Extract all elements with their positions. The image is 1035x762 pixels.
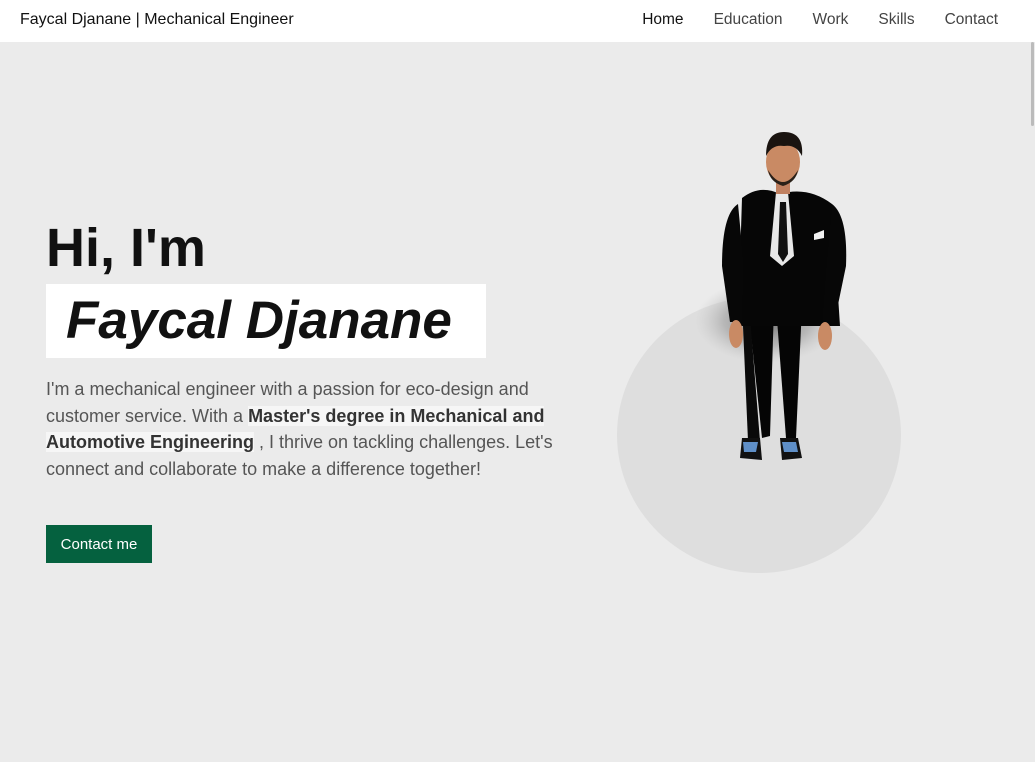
hero-name: Faycal Djanane [66, 291, 452, 350]
navbar: Faycal Djanane | Mechanical Engineer Hom… [0, 0, 1035, 42]
nav-link-work[interactable]: Work [813, 11, 849, 29]
nav-link-education[interactable]: Education [714, 11, 783, 29]
nav-link-skills[interactable]: Skills [878, 11, 914, 29]
hero-greeting: Hi, I'm [46, 218, 206, 278]
hero-intro: I'm a mechanical engineer with a passion… [46, 376, 576, 482]
nav-links: Home Education Work Skills Contact [612, 11, 998, 29]
avatar [610, 86, 910, 586]
contact-me-button[interactable]: Contact me [46, 525, 152, 563]
avatar-illustration [617, 132, 901, 573]
nav-link-home[interactable]: Home [642, 11, 683, 29]
brand-link[interactable]: Faycal Djanane | Mechanical Engineer [20, 11, 294, 29]
hero-name-box: Faycal Djanane [46, 284, 486, 358]
hero-section: Hi, I'm Faycal Djanane I'm a mechanical … [0, 42, 1035, 762]
nav-link-contact[interactable]: Contact [945, 11, 998, 29]
scrollbar-thumb[interactable] [1031, 42, 1034, 126]
page-scrollbar[interactable] [1029, 42, 1035, 762]
